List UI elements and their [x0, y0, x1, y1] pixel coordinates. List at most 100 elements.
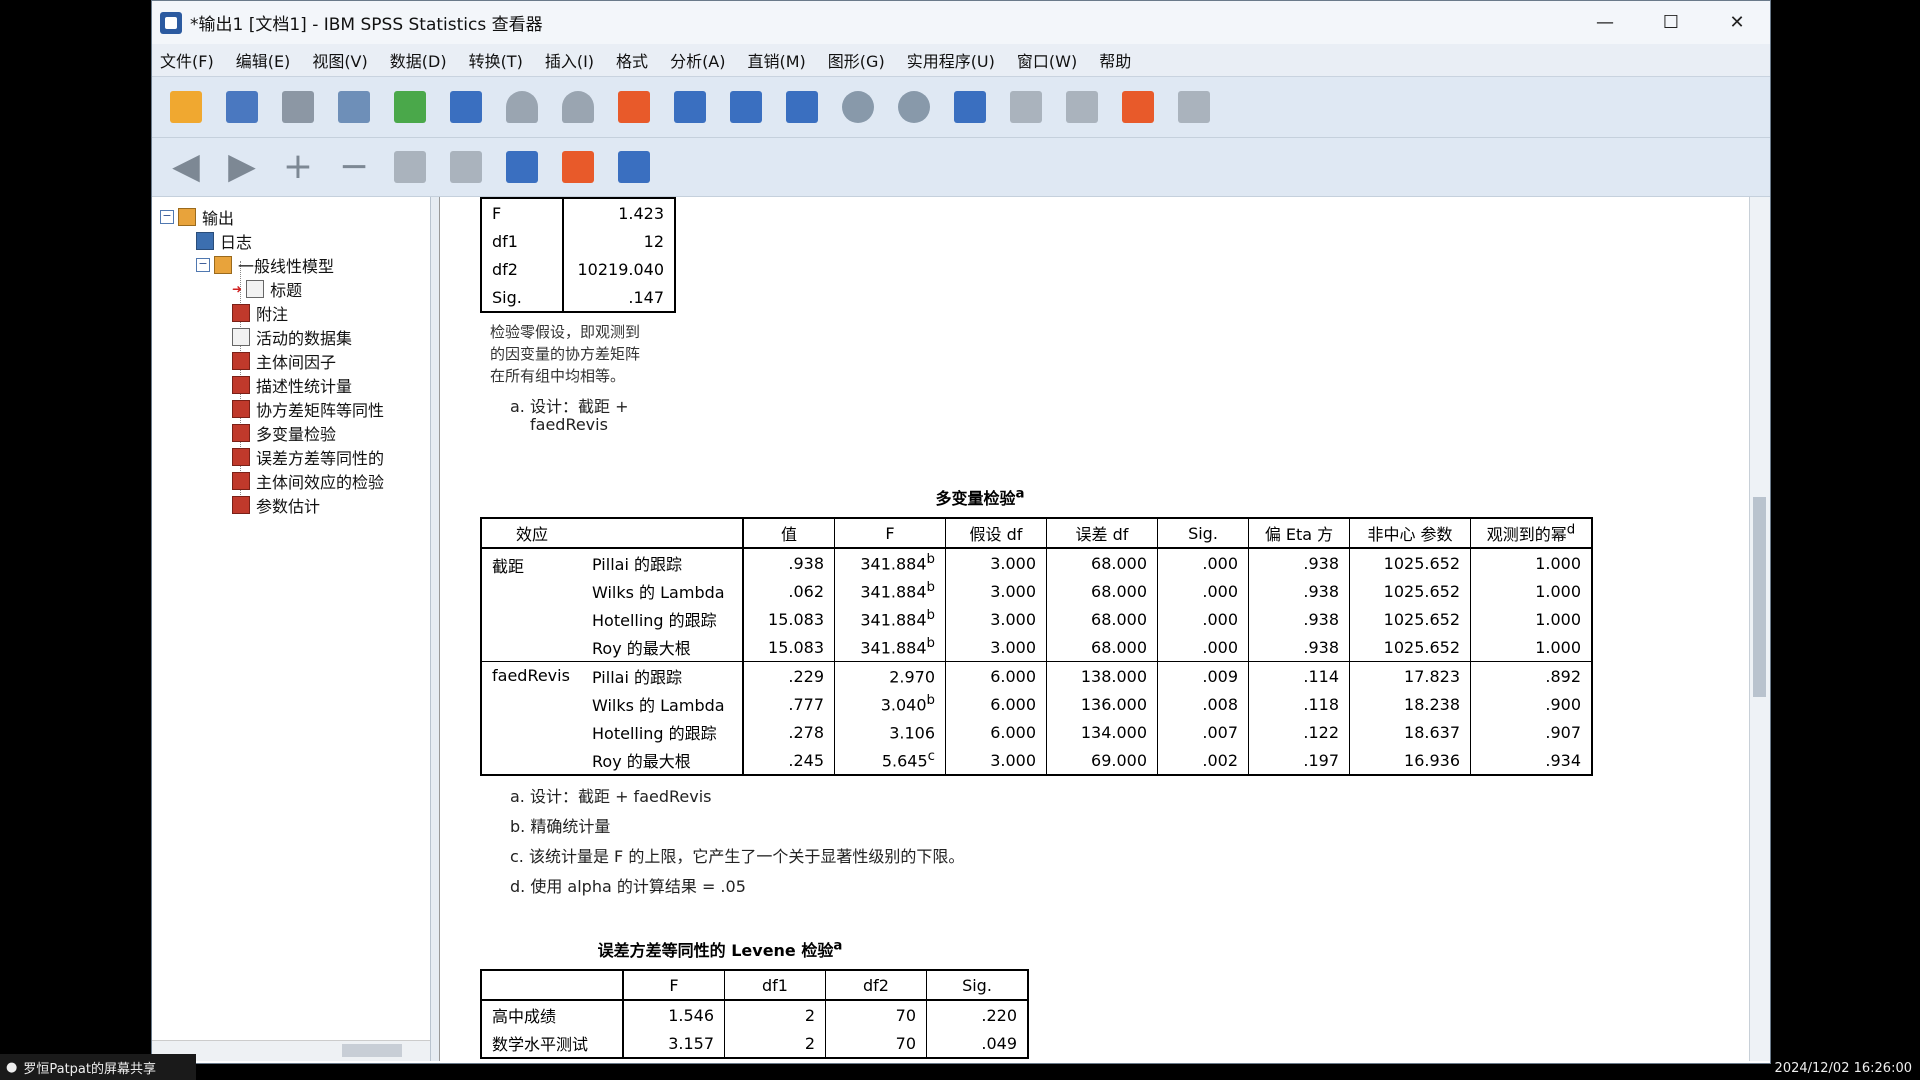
- cell-nc: 1025.652: [1349, 605, 1471, 633]
- menu-item-7[interactable]: 分析(A): [662, 48, 733, 72]
- table-row: Roy 的最大根 15.083 341.884b 3.000 68.000 .000 .93…: [481, 633, 1592, 662]
- cell-value: 18.238: [1404, 694, 1460, 714]
- outline-item-1[interactable]: 日志: [196, 229, 252, 253]
- collapse-toggle-icon[interactable]: −: [196, 258, 210, 272]
- save-icon[interactable]: [220, 85, 264, 129]
- outline-item-2[interactable]: − 一般线性模型: [196, 253, 334, 277]
- multivariate-title-sup: a: [1015, 486, 1025, 502]
- cell-value: .938: [788, 553, 824, 573]
- row-label: df1: [481, 227, 564, 255]
- outline-item-10[interactable]: 误差方差等同性的: [232, 445, 384, 469]
- cell-err-df: 136.000: [1046, 690, 1158, 718]
- print-icon[interactable]: [276, 85, 320, 129]
- levene-test-title: 误差方差等同性的 Levene 检验a: [540, 937, 900, 961]
- cell-value: .892: [1545, 666, 1581, 686]
- cell-sig: .008: [1157, 690, 1249, 718]
- column-header-text: 误差 df: [1075, 525, 1129, 544]
- menu-item-12[interactable]: 帮助: [1091, 48, 1139, 72]
- menu-item-2[interactable]: 视图(V): [304, 48, 375, 72]
- cell-F: 2.970: [834, 661, 946, 690]
- collapse-minus-icon[interactable]: −: [332, 145, 376, 189]
- screen-share-indicator[interactable]: ● 罗恒Patpat的屏幕共享: [0, 1054, 196, 1080]
- goto-case-icon[interactable]: [612, 85, 656, 129]
- cell-df2: 70: [825, 1029, 927, 1058]
- minimize-button[interactable]: —: [1572, 1, 1638, 44]
- menu-item-1[interactable]: 编辑(E): [228, 48, 299, 72]
- goto-variable-icon[interactable]: [668, 85, 712, 129]
- export-icon[interactable]: [388, 85, 432, 129]
- menu-item-4[interactable]: 转换(T): [461, 48, 531, 72]
- cell-df2: 70: [825, 1000, 927, 1029]
- content-scroll-thumb[interactable]: [1753, 497, 1766, 697]
- open-folder-icon[interactable]: [164, 85, 208, 129]
- table-icon: [232, 400, 250, 418]
- maximize-button[interactable]: ☐: [1638, 1, 1704, 44]
- insert-new-text-icon[interactable]: [556, 145, 600, 189]
- cell-value: 2.970: [889, 667, 935, 687]
- cell-nc: 1025.652: [1349, 548, 1471, 577]
- menu-item-11[interactable]: 窗口(W): [1009, 48, 1085, 72]
- outline-item-12[interactable]: 参数估计: [232, 493, 320, 517]
- menu-item-0[interactable]: 文件(F): [152, 48, 222, 72]
- menu-item-5[interactable]: 插入(I): [537, 48, 602, 72]
- content-vertical-scrollbar[interactable]: [1749, 197, 1770, 1061]
- promote-arrow-icon[interactable]: ◀: [164, 145, 208, 189]
- outline-item-5[interactable]: 活动的数据集: [232, 325, 352, 349]
- designate-window-icon[interactable]: [1004, 85, 1048, 129]
- insert-new-title-icon[interactable]: [500, 145, 544, 189]
- outline-item-3[interactable]: ➜ 标题: [232, 277, 302, 301]
- outline-scroll-thumb[interactable]: [342, 1044, 402, 1057]
- insert-output-icon[interactable]: [724, 85, 768, 129]
- f-footnote-sup: b: [926, 552, 935, 568]
- outline-item-4[interactable]: 附注: [232, 301, 288, 325]
- outline-toolbar: ◀ ▶ + −: [152, 138, 1770, 197]
- outline-item-9[interactable]: 多变量检验: [232, 421, 336, 445]
- menu-item-9[interactable]: 图形(G): [820, 48, 893, 72]
- outline-item-0[interactable]: − 输出: [160, 205, 234, 229]
- menu-item-3[interactable]: 数据(D): [382, 48, 455, 72]
- menu-item-8[interactable]: 直销(M): [740, 48, 814, 72]
- outline-item-8[interactable]: 协方差矩阵等同性: [232, 397, 384, 421]
- cell-value: .229: [788, 666, 824, 686]
- cell-sig: .220: [926, 1000, 1028, 1029]
- cell-value: .777: [742, 690, 835, 718]
- insert-heading-icon[interactable]: [1060, 85, 1104, 129]
- variables-icon[interactable]: [780, 85, 824, 129]
- effect-label: 截距: [492, 557, 525, 576]
- show-icon[interactable]: [388, 145, 432, 189]
- menu-item-6[interactable]: 格式: [608, 48, 656, 72]
- show-all-icon[interactable]: [836, 85, 880, 129]
- hide-icon[interactable]: [444, 145, 488, 189]
- value-labels-icon[interactable]: [948, 85, 992, 129]
- redo-icon[interactable]: [556, 85, 600, 129]
- pane-splitter[interactable]: [431, 197, 439, 1061]
- undo-icon[interactable]: [500, 85, 544, 129]
- expand-plus-icon[interactable]: +: [276, 145, 320, 189]
- insert-title-icon[interactable]: [1172, 85, 1216, 129]
- demote-arrow-icon[interactable]: ▶: [220, 145, 264, 189]
- table-row: Wilks 的 Lambda .062 341.884b 3.000 68.000 .00…: [481, 577, 1592, 605]
- table-icon: [232, 352, 250, 370]
- insert-text-icon[interactable]: [1116, 85, 1160, 129]
- insert-file-icon[interactable]: [612, 145, 656, 189]
- recall-dialog-icon[interactable]: [444, 85, 488, 129]
- column-header-text: 观测到的幂: [1486, 525, 1567, 544]
- outline-item-11[interactable]: 主体间效应的检验: [232, 469, 384, 493]
- collapse-toggle-icon[interactable]: −: [160, 210, 174, 224]
- cell-value: 3.000: [990, 553, 1036, 573]
- use-sets-icon[interactable]: [892, 85, 936, 129]
- cell-hyp-df: 3.000: [945, 548, 1047, 577]
- cell-err-df: 68.000: [1046, 548, 1158, 577]
- close-button[interactable]: ✕: [1704, 1, 1770, 44]
- outline-item-6[interactable]: 主体间因子: [232, 349, 336, 373]
- cell-eta: .938: [1248, 605, 1350, 633]
- outline-item-7[interactable]: 描述性统计量: [232, 373, 352, 397]
- cell-eta: .114: [1248, 661, 1350, 690]
- print-preview-icon[interactable]: [332, 85, 376, 129]
- menu-item-10[interactable]: 实用程序(U): [899, 48, 1003, 72]
- cell-value: .062: [742, 577, 835, 605]
- title-bar: *输出1 [文档1] - IBM SPSS Statistics 查看器 — ☐…: [152, 1, 1770, 44]
- cell-value: .900: [1545, 694, 1581, 714]
- column-header: 非中心 参数: [1349, 518, 1471, 549]
- cell-F: 341.884b: [834, 605, 946, 633]
